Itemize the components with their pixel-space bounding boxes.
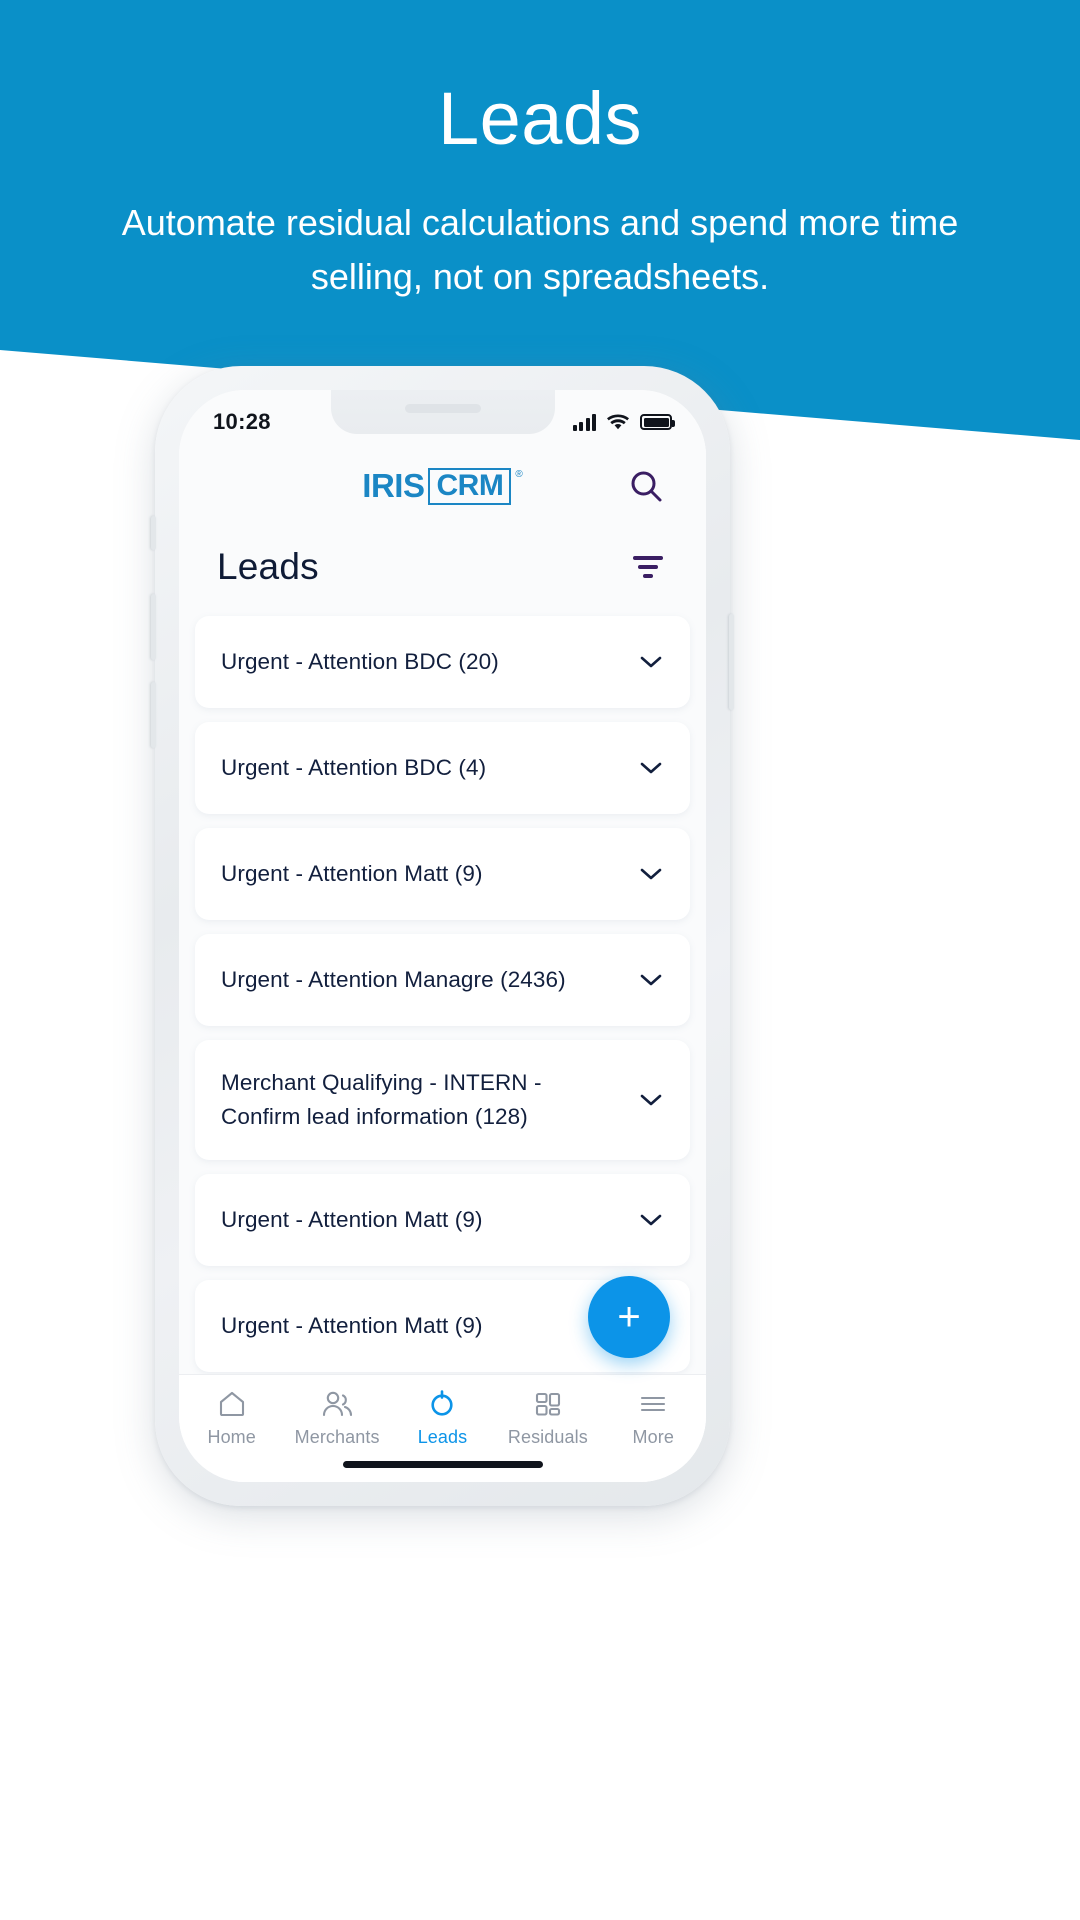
home-icon [217,1389,247,1419]
tab-merchants[interactable]: Merchants [287,1389,387,1448]
leads-list[interactable]: Urgent - Attention BDC (20) Urgent - Atte… [179,608,706,1374]
promo-screenshot: Leads Automate residual calculations and… [0,0,1080,1920]
grid-squares-icon [533,1389,563,1419]
app-screen: 10:28 IRIS CRM ® Leads Urgent - Attentio… [179,390,706,1482]
phone-volume-down-button [151,682,156,748]
status-bar: 10:28 [179,390,706,446]
tab-label: More [632,1427,674,1447]
tab-label: Leads [417,1427,468,1447]
chevron-down-icon[interactable] [638,655,664,669]
filter-icon[interactable] [628,547,668,587]
wifi-icon [607,413,629,429]
phone-silent-switch [151,516,156,550]
phone-power-button [729,614,734,710]
lead-card[interactable]: Merchant Qualifying - INTERN - Confirm l… [195,1040,690,1160]
logo-text-iris: IRIS [362,467,425,504]
add-lead-fab-button[interactable]: + [588,1276,670,1358]
lead-card-label: Urgent - Attention BDC (4) [221,755,487,781]
search-icon[interactable] [626,466,666,506]
battery-full-icon [640,414,675,430]
page-title-row: Leads [179,526,706,608]
tab-home[interactable]: Home [182,1389,282,1448]
chevron-down-icon[interactable] [638,761,664,775]
target-circle-icon [427,1389,457,1419]
tab-more[interactable]: More [603,1389,703,1448]
chevron-down-icon[interactable] [638,1213,664,1227]
lead-card-label: Urgent - Attention Managre (2436) [221,967,566,993]
hero-subtitle: Automate residual calculations and spend… [121,202,959,297]
cellular-signal-icon [572,413,596,431]
page-title: Leads [217,546,319,587]
status-icons [572,413,675,431]
tab-label: Home [207,1427,256,1447]
lead-card[interactable]: Urgent - Attention BDC (4) [195,722,690,814]
hero-title: Leads [437,77,643,160]
home-indicator [342,1461,543,1468]
lead-card-label: Urgent - Attention Matt (9) [221,1312,483,1338]
phone-mockup: 10:28 IRIS CRM ® Leads Urgent - Attentio… [151,366,734,1506]
logo-text-crm: CRM [428,467,512,505]
status-time: 10:28 [213,409,271,434]
hamburger-menu-icon [638,1389,668,1419]
logo-registered-mark: ® [515,469,523,480]
lead-card-label: Urgent - Attention Matt (9) [221,861,483,887]
phone-screen-bezel: 10:28 IRIS CRM ® Leads Urgent - Attentio… [179,390,706,1482]
plus-icon: + [617,1295,641,1339]
iris-crm-logo: IRIS CRM ® [362,467,523,505]
tab-label: Merchants [294,1427,380,1447]
chevron-down-icon[interactable] [638,1093,664,1107]
phone-volume-up-button [151,594,156,660]
tab-label: Residuals [507,1427,588,1447]
lead-card[interactable]: Urgent - Attention BDC (20) [195,616,690,708]
lead-card[interactable]: Urgent - Attention Matt (9) [195,828,690,920]
lead-card[interactable]: Urgent - Attention Matt (9) [195,1173,690,1266]
tab-residuals[interactable]: Residuals [498,1389,598,1448]
lead-card-label: Urgent - Attention BDC (20) [221,649,499,675]
tab-leads[interactable]: Leads [392,1389,492,1448]
chevron-down-icon[interactable] [638,867,664,881]
lead-card[interactable]: Urgent - Attention Managre (2436) [195,934,690,1026]
lead-card-label: Merchant Qualifying - INTERN - Confirm l… [221,1070,542,1129]
people-icon [321,1389,353,1419]
chevron-down-icon[interactable] [638,973,664,987]
lead-card-label: Urgent - Attention Matt (9) [221,1206,483,1232]
app-header: IRIS CRM ® [179,446,706,526]
